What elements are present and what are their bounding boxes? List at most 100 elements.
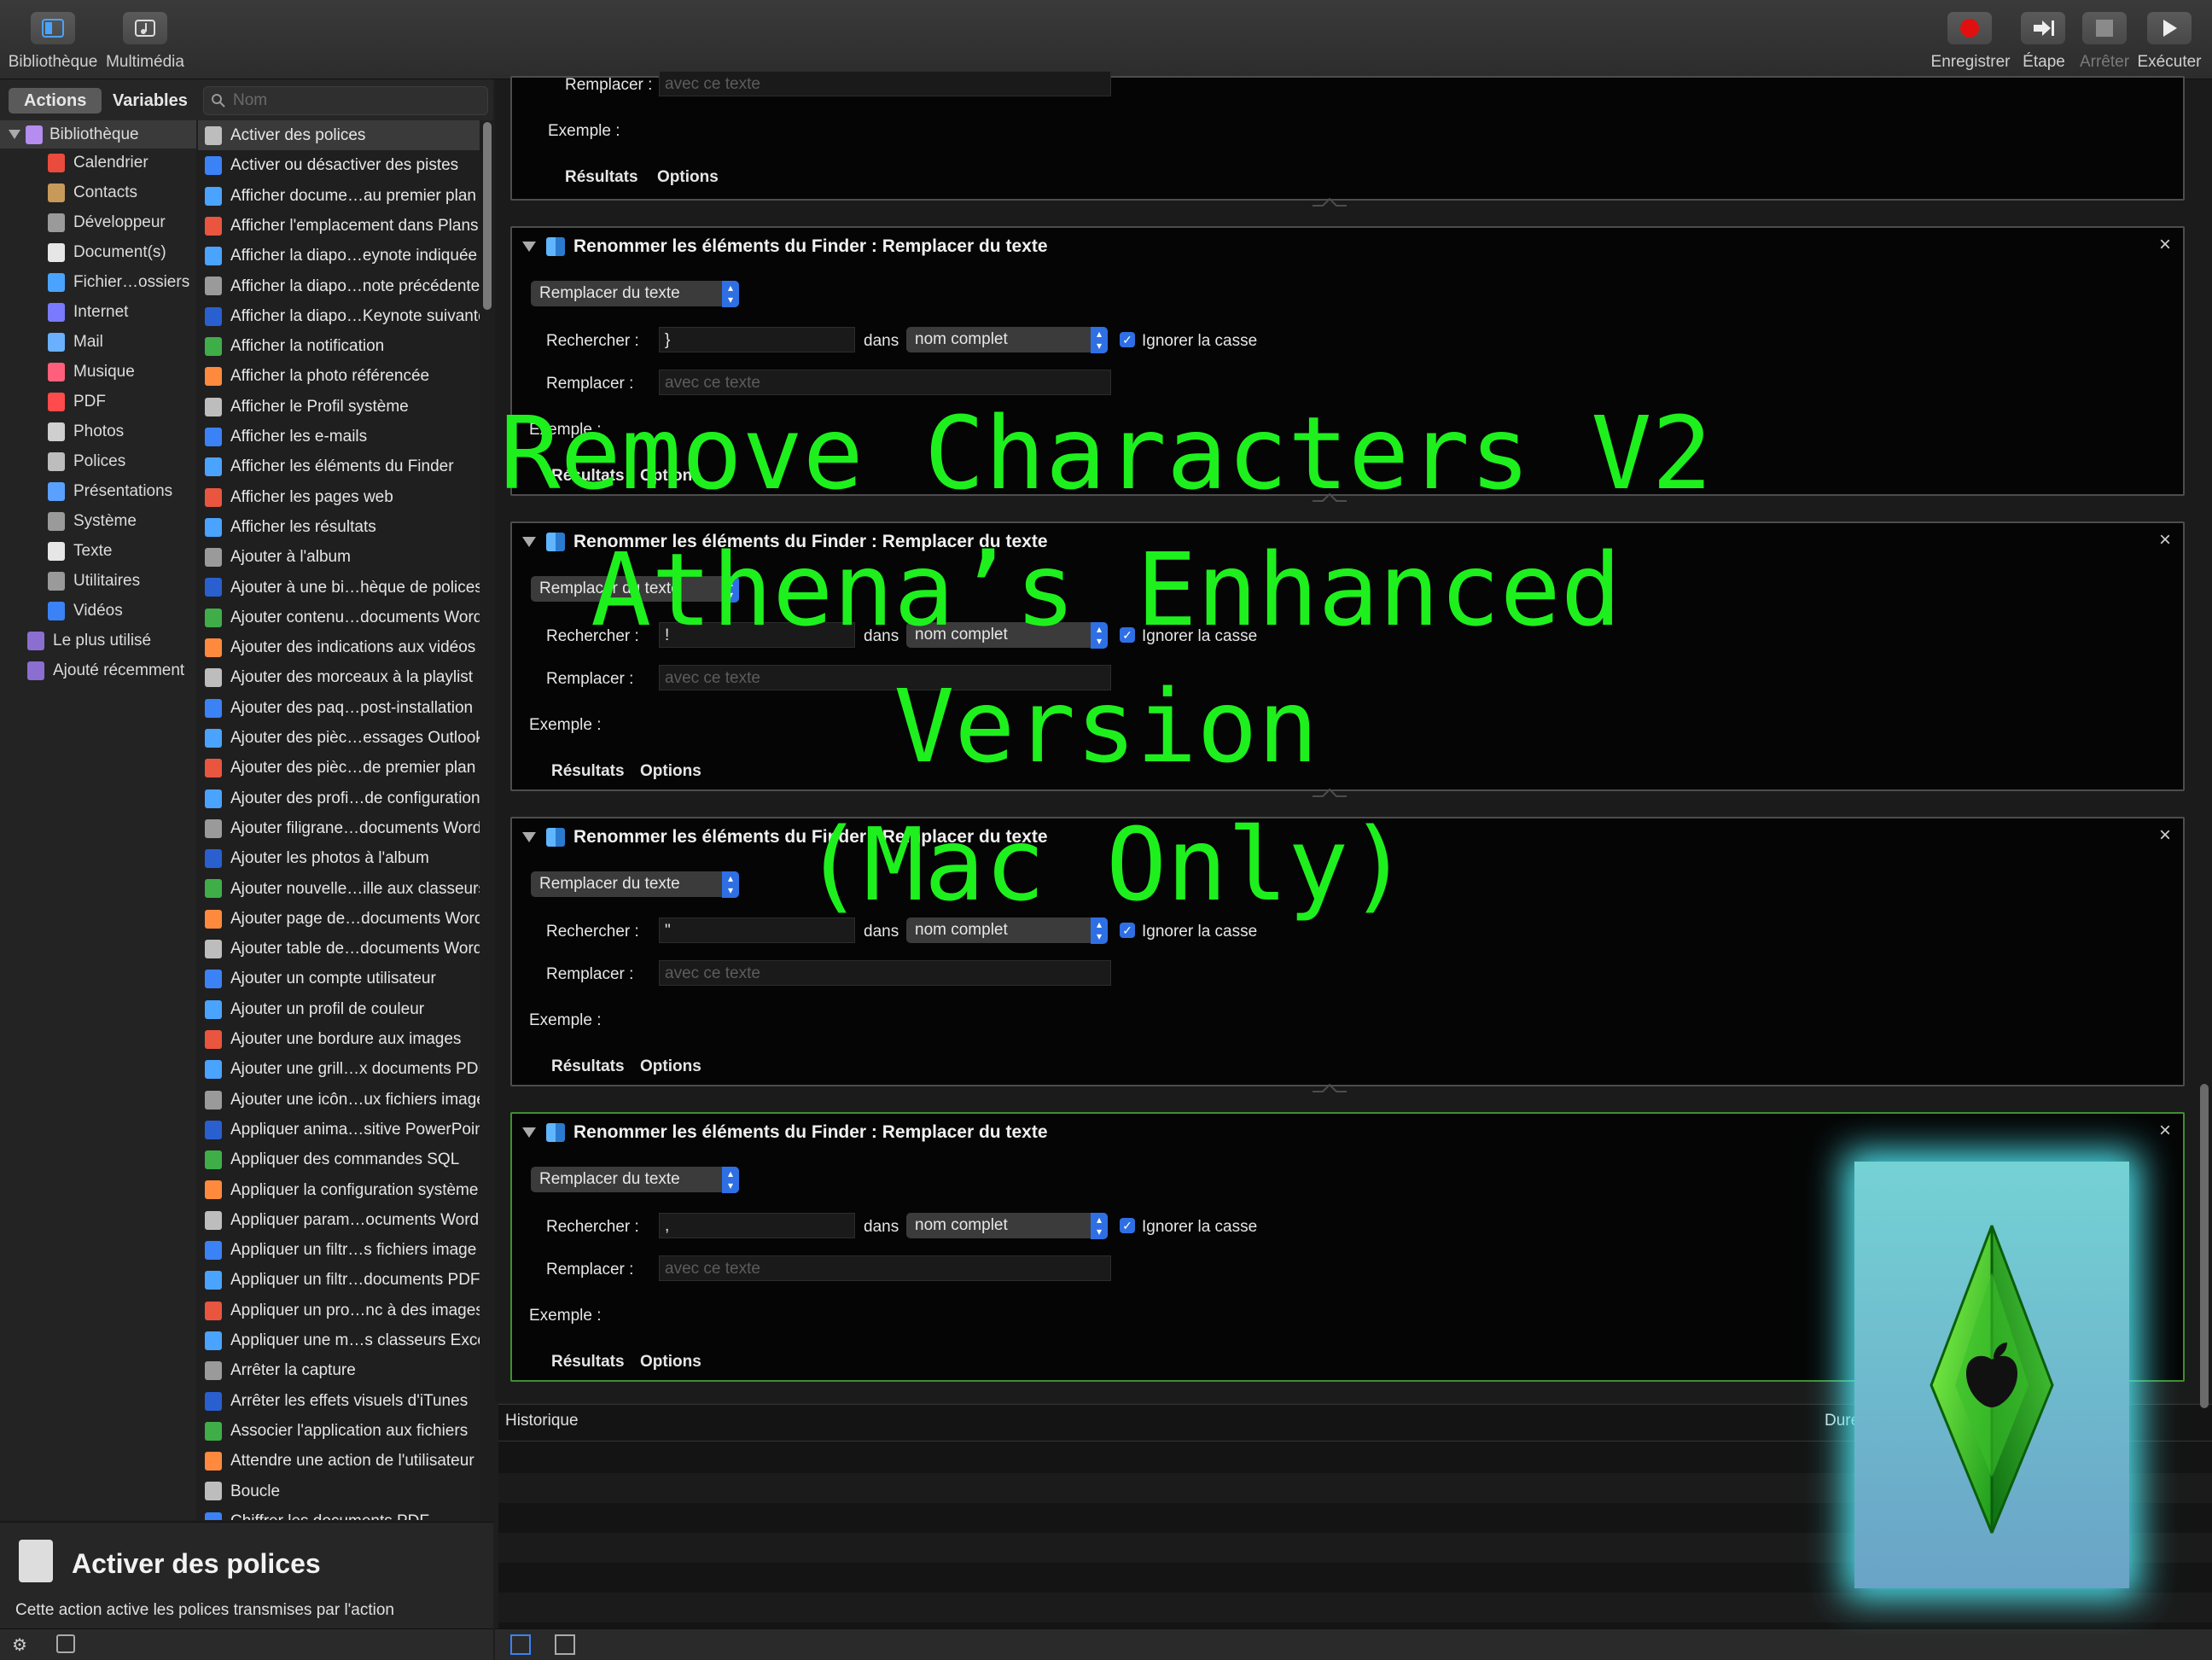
- action-label: Afficher la diapo…Keynote suivante: [230, 306, 480, 325]
- search-text-field[interactable]: }: [659, 327, 855, 352]
- replace-text-field[interactable]: avec ce texte: [659, 370, 1111, 395]
- options-tab[interactable]: Options: [640, 1353, 701, 1372]
- action-item[interactable]: Ajouter une bordure aux images: [198, 1024, 480, 1054]
- library-category[interactable]: Mail: [0, 328, 196, 356]
- library-category[interactable]: Développeur: [0, 208, 196, 236]
- action-item[interactable]: Chiffrer les documents PDF: [198, 1506, 480, 1520]
- library-icon: [26, 125, 43, 144]
- scope-popup-value: nom complet: [915, 1216, 1008, 1234]
- library-root[interactable]: Bibliothèque: [0, 120, 196, 149]
- action-item[interactable]: Ajouter une grill…x documents PDF: [198, 1054, 480, 1084]
- action-label: Arrêter les effets visuels d'iTunes: [230, 1391, 469, 1410]
- action-item[interactable]: Appliquer des commandes SQL: [198, 1145, 480, 1174]
- collapse-triangle-icon[interactable]: [522, 242, 536, 252]
- action-item[interactable]: Appliquer la configuration système: [198, 1175, 480, 1205]
- action-icon: [205, 940, 222, 959]
- list-view-icon[interactable]: [510, 1634, 531, 1655]
- action-item[interactable]: Ajouter un compte utilisateur: [198, 964, 480, 993]
- collapse-triangle-icon[interactable]: [522, 1127, 536, 1138]
- action-icon: [205, 1241, 222, 1261]
- action-item[interactable]: Appliquer param…ocuments Word: [198, 1205, 480, 1235]
- example-label: Exemple :: [548, 122, 620, 140]
- run-label: Exécuter: [2137, 53, 2202, 71]
- media-button[interactable]: [123, 12, 167, 44]
- actions-scrollbar[interactable]: [483, 122, 492, 310]
- stop-button[interactable]: [2082, 12, 2127, 44]
- step-button[interactable]: [2021, 12, 2065, 44]
- action-item[interactable]: Afficher l'emplacement dans Plans: [198, 211, 480, 241]
- search-text-field[interactable]: ,: [659, 1213, 855, 1238]
- action-item[interactable]: Afficher la photo référencée: [198, 361, 480, 391]
- step-icon: [2034, 20, 2054, 36]
- flow-view-icon[interactable]: [555, 1634, 575, 1655]
- step-label: Étape: [2023, 53, 2065, 71]
- action-icon: [205, 1060, 222, 1080]
- action-item[interactable]: Associer l'application aux fichiers: [198, 1416, 480, 1446]
- scope-popup[interactable]: nom complet ▴ ▾: [906, 1213, 1108, 1239]
- action-icon: [205, 1391, 222, 1411]
- action-label: Appliquer un filtr…documents PDF: [230, 1271, 480, 1290]
- replace-field[interactable]: avec ce texte: [659, 71, 1111, 96]
- options-tab[interactable]: Options: [640, 1057, 701, 1076]
- action-item[interactable]: Afficher la diapo…note précédente: [198, 271, 480, 301]
- action-label: Appliquer la configuration système: [230, 1180, 479, 1199]
- action-item[interactable]: Attendre une action de l'utilisateur: [198, 1446, 480, 1476]
- library-category[interactable]: Fichier…ossiers: [0, 268, 196, 296]
- record-label: Enregistrer: [1930, 53, 2011, 71]
- action-item[interactable]: Ajouter une icôn…ux fichiers image: [198, 1085, 480, 1115]
- action-item[interactable]: Ajouter un profil de couleur: [198, 994, 480, 1024]
- close-icon[interactable]: ×: [2159, 1119, 2171, 1143]
- action-item[interactable]: Arrêter la capture: [198, 1355, 480, 1385]
- close-icon[interactable]: ×: [2159, 233, 2171, 257]
- record-button[interactable]: [1947, 12, 1992, 44]
- ignore-case-checkbox[interactable]: ✓: [1120, 332, 1135, 347]
- search-input[interactable]: Nom: [203, 86, 488, 115]
- ignore-case-checkbox[interactable]: ✓: [1120, 923, 1135, 938]
- action-item[interactable]: Appliquer un pro…nc à des images: [198, 1296, 480, 1325]
- action-item[interactable]: Boucle: [198, 1477, 480, 1506]
- stop-label: Arrêter: [2079, 53, 2130, 71]
- library-category[interactable]: Internet: [0, 298, 196, 326]
- action-item[interactable]: Afficher la notification: [198, 331, 480, 361]
- action-icon: [205, 1120, 222, 1139]
- options-tab[interactable]: Options: [657, 168, 719, 187]
- action-item[interactable]: Ajouter table de…documents Word: [198, 934, 480, 964]
- gear-icon[interactable]: ⚙: [12, 1634, 27, 1656]
- action-icon: [205, 1180, 222, 1200]
- results-tab[interactable]: Résultats: [565, 168, 638, 187]
- action-item[interactable]: Arrêter les effets visuels d'iTunes: [198, 1386, 480, 1416]
- action-label: Afficher docume…au premier plan: [230, 186, 476, 205]
- search-icon: [212, 94, 225, 108]
- replace-text-field[interactable]: avec ce texte: [659, 1255, 1111, 1281]
- workflow-scrollbar[interactable]: [2200, 1084, 2209, 1408]
- action-item[interactable]: Afficher la diapo…Keynote suivante: [198, 301, 480, 331]
- action-item[interactable]: Afficher docume…au premier plan: [198, 181, 480, 211]
- results-tab[interactable]: Résultats: [551, 1057, 625, 1076]
- library-category[interactable]: Musique: [0, 358, 196, 386]
- replace-text-field[interactable]: avec ce texte: [659, 960, 1111, 986]
- library-category[interactable]: Document(s): [0, 238, 196, 266]
- chevron-updown-icon: ▴ ▾: [722, 281, 739, 307]
- library-label: Bibliothèque: [8, 53, 98, 71]
- run-button[interactable]: [2147, 12, 2192, 44]
- scope-popup[interactable]: nom complet ▴ ▾: [906, 327, 1108, 353]
- mode-popup[interactable]: Remplacer du texte ▴ ▾: [531, 1167, 739, 1193]
- results-tab[interactable]: Résultats: [551, 1353, 625, 1372]
- mode-popup[interactable]: Remplacer du texte ▴ ▾: [531, 281, 739, 307]
- history-row: [498, 1593, 2212, 1622]
- library-toggle-button[interactable]: [31, 12, 75, 44]
- action-item[interactable]: Appliquer un filtr…documents PDF: [198, 1265, 480, 1295]
- ignore-case-checkbox[interactable]: ✓: [1120, 1218, 1135, 1233]
- action-item[interactable]: Appliquer une m…s classeurs Excel: [198, 1325, 480, 1355]
- action-item[interactable]: Afficher la diapo…eynote indiquée: [198, 241, 480, 271]
- action-item[interactable]: Appliquer un filtr…s fichiers image: [198, 1235, 480, 1265]
- category-label: Fichier…ossiers: [73, 273, 190, 291]
- action-item[interactable]: Activer ou désactiver des pistes: [198, 150, 480, 180]
- library-category[interactable]: Contacts: [0, 178, 196, 207]
- tab-variables[interactable]: Variables: [97, 88, 203, 114]
- library-category[interactable]: Calendrier: [0, 149, 196, 177]
- action-item[interactable]: Activer des polices: [198, 120, 480, 150]
- description-toggle-icon[interactable]: [56, 1634, 75, 1653]
- tab-actions[interactable]: Actions: [9, 88, 102, 114]
- action-item[interactable]: Appliquer anima…sitive PowerPoint: [198, 1115, 480, 1145]
